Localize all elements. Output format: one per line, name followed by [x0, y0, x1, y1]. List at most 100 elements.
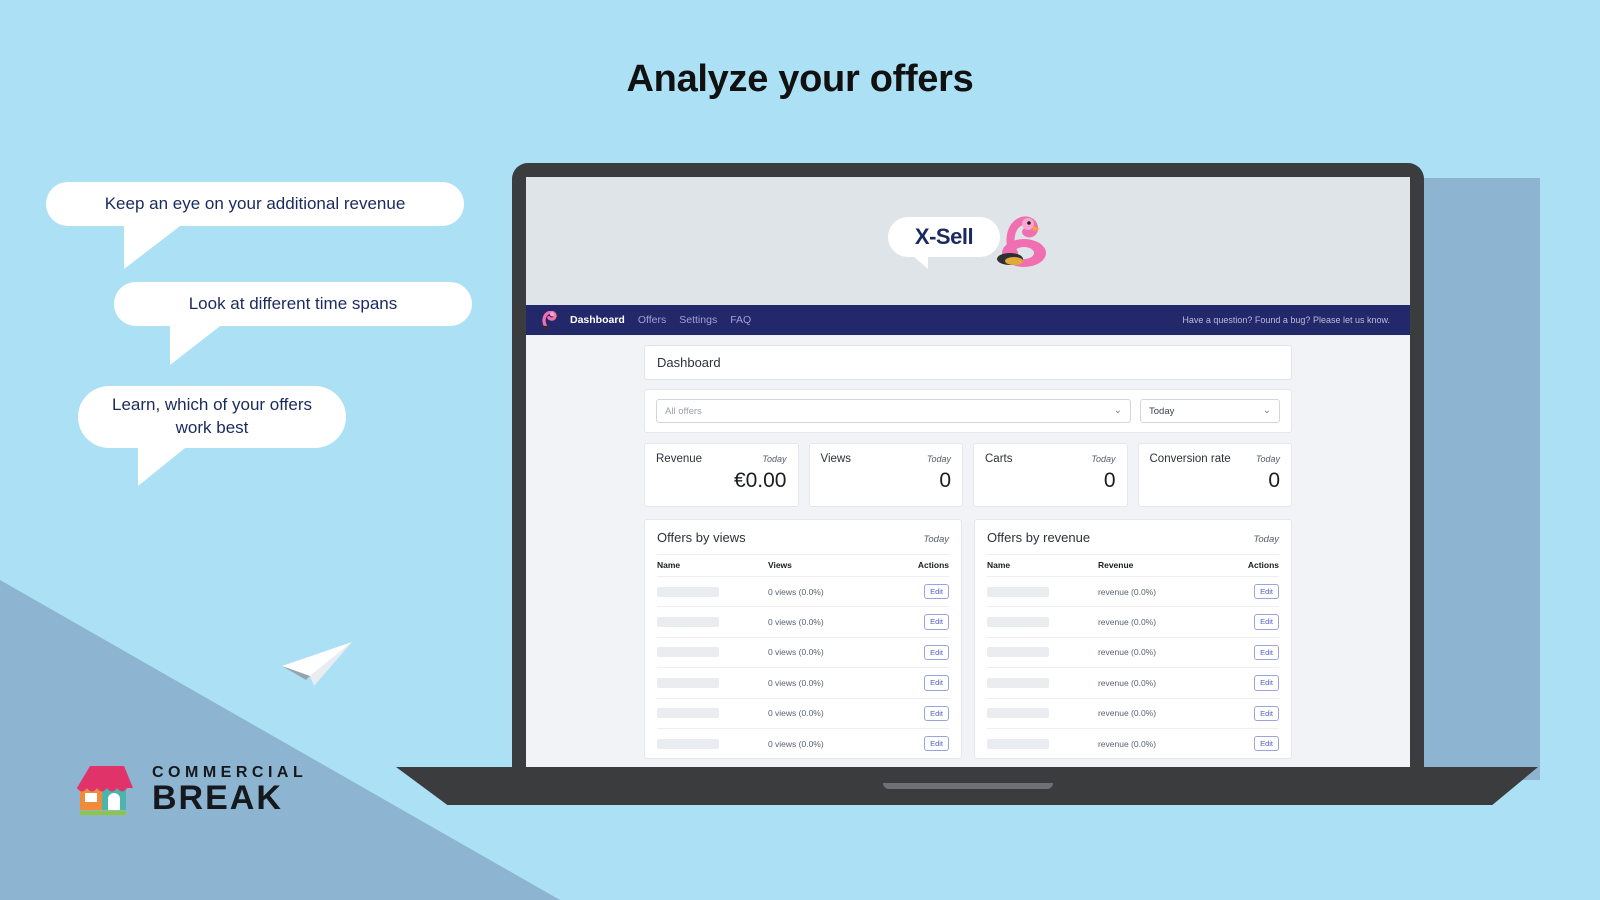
- nav-link-faq[interactable]: FAQ: [730, 314, 751, 326]
- edit-button[interactable]: Edit: [924, 735, 949, 752]
- column-header-actions: Actions: [1226, 554, 1279, 577]
- callout-bubble-label: Learn, which of your offers work best: [111, 395, 312, 437]
- stat-label: Conversion rate: [1149, 453, 1231, 465]
- laptop-screen: X-Sell Dashboard Offers Settings FAQ Hav…: [526, 177, 1410, 767]
- offer-actions-cell: Edit: [896, 697, 949, 729]
- column-header-name: Name: [657, 554, 768, 577]
- edit-button[interactable]: Edit: [1254, 584, 1279, 600]
- flamingo-icon: [541, 311, 557, 329]
- table-title: Offers by revenue: [987, 530, 1091, 545]
- period-select[interactable]: Today ⌄: [1140, 399, 1280, 423]
- edit-button[interactable]: Edit: [924, 644, 949, 661]
- offer-name-cell: [657, 667, 768, 698]
- table-row: 0 views (0.0%) Edit: [657, 667, 949, 698]
- offer-name-cell: [657, 575, 768, 607]
- table-header-row: Name Views Actions: [657, 554, 949, 577]
- nav-link-settings[interactable]: Settings: [679, 314, 717, 326]
- chevron-down-icon: ⌄: [1262, 405, 1271, 416]
- offers-by-revenue-card: Offers by revenue Today Name Revenue Act…: [974, 519, 1292, 760]
- app-navbar: Dashboard Offers Settings FAQ Have a que…: [526, 305, 1410, 335]
- offer-metric-cell: 0 views (0.0%): [767, 727, 897, 759]
- offer-name-cell: [987, 667, 1098, 698]
- edit-button[interactable]: Edit: [1254, 735, 1279, 752]
- laptop-mockup: X-Sell Dashboard Offers Settings FAQ Hav…: [396, 163, 1538, 805]
- offers-select[interactable]: All offers ⌄: [656, 399, 1131, 423]
- stat-label: Carts: [985, 453, 1013, 465]
- loading-skeleton: [987, 677, 1049, 688]
- column-header-views: Views: [767, 554, 897, 577]
- edit-button[interactable]: Edit: [1254, 644, 1279, 661]
- app-logo-band: X-Sell: [526, 177, 1410, 305]
- offer-metric-cell: 0 views (0.0%): [767, 667, 897, 698]
- nav-link-offers[interactable]: Offers: [638, 314, 666, 326]
- offer-metric-cell: revenue (0.0%): [1097, 636, 1227, 668]
- edit-button[interactable]: Edit: [924, 705, 949, 721]
- offer-name-cell: [987, 727, 1098, 759]
- table-row: 0 views (0.0%) Edit: [657, 697, 949, 729]
- loading-skeleton: [657, 617, 719, 628]
- laptop-lid: X-Sell Dashboard Offers Settings FAQ Hav…: [512, 163, 1424, 779]
- loading-skeleton: [657, 677, 719, 688]
- edit-button[interactable]: Edit: [924, 675, 949, 691]
- period-select-value: Today: [1149, 405, 1175, 417]
- table-period: Today: [1253, 534, 1279, 545]
- offer-actions-cell: Edit: [896, 727, 949, 759]
- loading-skeleton: [987, 586, 1049, 597]
- callout-bubble-revenue: Keep an eye on your additional revenue: [46, 182, 464, 269]
- loading-skeleton: [657, 738, 719, 749]
- stat-card-carts: Carts Today 0: [973, 443, 1128, 507]
- navbar-support-text[interactable]: Have a question? Found a bug? Please let…: [1182, 315, 1410, 325]
- table-title: Offers by views: [657, 530, 746, 545]
- offer-actions-cell: Edit: [896, 575, 949, 607]
- commercial-break-logo: COMMERCIAL BREAK: [74, 758, 307, 816]
- edit-button[interactable]: Edit: [1254, 614, 1279, 630]
- navbar-left: Dashboard Offers Settings FAQ: [526, 311, 751, 329]
- table-header-row: Name Revenue Actions: [987, 554, 1279, 577]
- edit-button[interactable]: Edit: [924, 614, 949, 630]
- table-row: 0 views (0.0%) Edit: [657, 727, 949, 759]
- offer-actions-cell: Edit: [896, 667, 949, 698]
- callout-bubble-best-offers: Learn, which of your offers work best: [78, 386, 346, 486]
- column-header-revenue: Revenue: [1097, 554, 1227, 577]
- dashboard-title: Dashboard: [644, 345, 1292, 380]
- offers-by-revenue-table: Name Revenue Actions revenue (0.0%) Edit r…: [987, 554, 1279, 759]
- callout-bubble-label: Keep an eye on your additional revenue: [104, 193, 406, 213]
- stat-value: 0: [939, 469, 951, 492]
- stat-value: 0: [1268, 469, 1280, 492]
- offer-name-cell: [657, 727, 768, 759]
- loading-skeleton: [987, 738, 1049, 749]
- offer-name-cell: [987, 575, 1098, 607]
- bubble-tail: [124, 223, 184, 269]
- shop-icon: [77, 766, 133, 815]
- stat-value: €0.00: [733, 469, 787, 492]
- stat-label: Revenue: [656, 453, 703, 465]
- stat-period: Today: [762, 454, 787, 464]
- app-content: Dashboard All offers ⌄ Today ⌄ Revenue T…: [526, 335, 1410, 767]
- offer-metric-cell: revenue (0.0%): [1097, 697, 1227, 729]
- page-title: Analyze your offers: [626, 58, 974, 100]
- edit-button[interactable]: Edit: [924, 584, 949, 600]
- stat-cards: Revenue Today €0.00 Views Today 0 Carts …: [644, 443, 1292, 507]
- offer-actions-cell: Edit: [896, 636, 949, 668]
- navbar-links: Dashboard Offers Settings FAQ: [570, 314, 751, 326]
- nav-link-dashboard[interactable]: Dashboard: [570, 314, 625, 326]
- offer-name-cell: [987, 636, 1098, 668]
- flamingo-float-icon: [997, 216, 1046, 267]
- loading-skeleton: [657, 647, 719, 658]
- edit-button[interactable]: Edit: [1254, 675, 1279, 691]
- table-period: Today: [923, 534, 949, 545]
- offer-actions-cell: Edit: [1226, 667, 1279, 698]
- offer-metric-cell: revenue (0.0%): [1097, 575, 1227, 607]
- offer-name-cell: [657, 697, 768, 729]
- table-row: 0 views (0.0%) Edit: [657, 636, 949, 668]
- stat-card-views: Views Today 0: [808, 443, 963, 507]
- column-header-actions: Actions: [896, 554, 949, 577]
- loading-skeleton: [657, 708, 719, 719]
- offer-metric-cell: revenue (0.0%): [1097, 727, 1227, 759]
- bubble-tail: [170, 323, 224, 365]
- offer-name-cell: [657, 606, 768, 638]
- offer-metric-cell: 0 views (0.0%): [767, 636, 897, 668]
- table-row: revenue (0.0%) Edit: [987, 606, 1279, 638]
- edit-button[interactable]: Edit: [1254, 705, 1279, 721]
- laptop-trackpad-notch: [883, 783, 1053, 789]
